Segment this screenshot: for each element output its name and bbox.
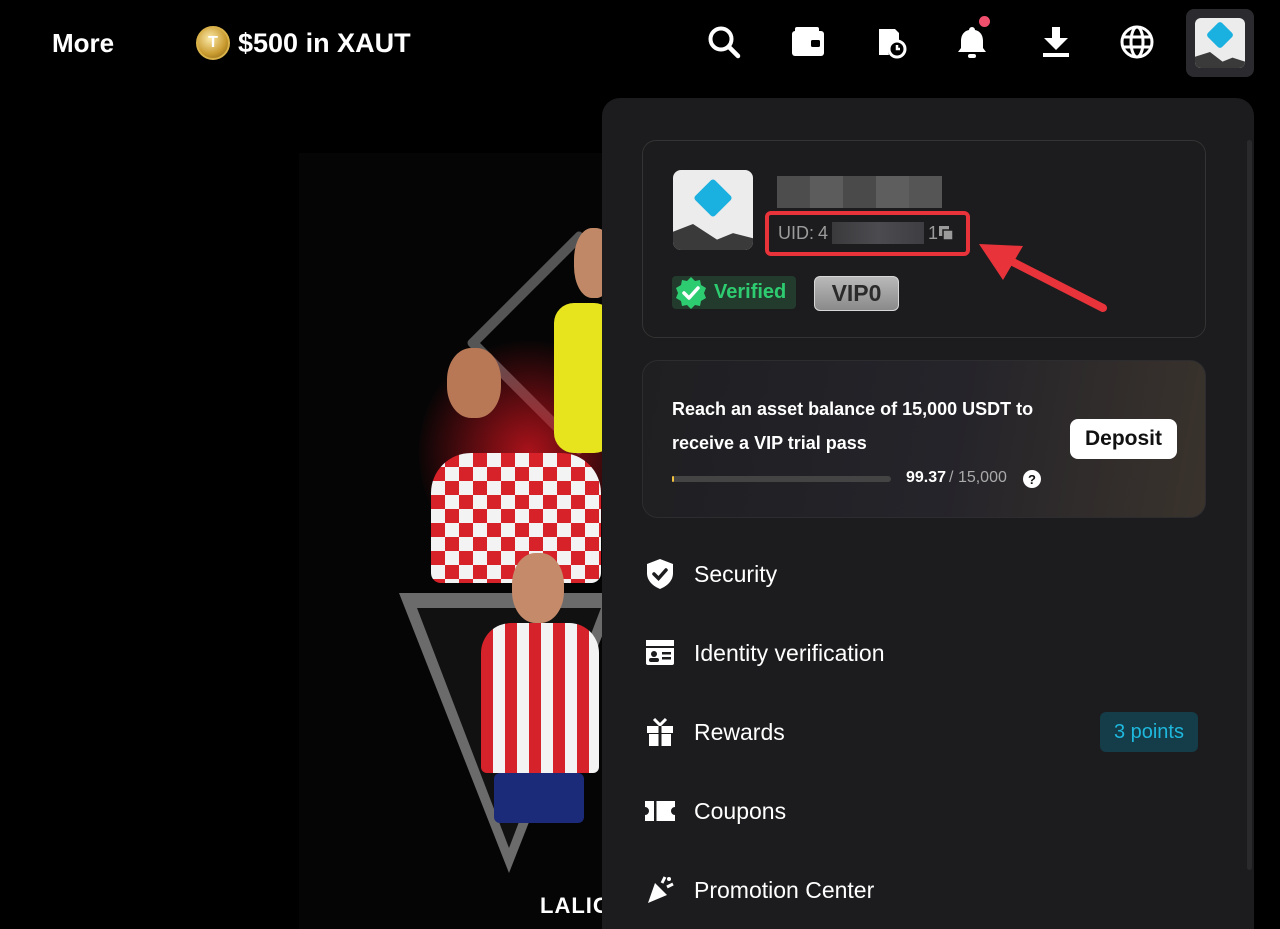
bell-icon: [958, 27, 986, 58]
menu-item-coupons[interactable]: Coupons: [642, 781, 1206, 841]
username-redacted: [777, 176, 942, 208]
notification-dot: [979, 16, 990, 27]
menu-item-promotion-center[interactable]: Promotion Center: [642, 860, 1206, 920]
player-shirt-striped: [481, 623, 599, 773]
uid-prefix: 4: [818, 222, 829, 243]
xaut-coin-icon: T: [196, 26, 230, 60]
menu-item-security[interactable]: Security: [642, 544, 1206, 604]
profile-avatar-icon[interactable]: [673, 170, 753, 250]
menu-item-rewards[interactable]: Rewards 3 points: [642, 702, 1206, 762]
search-button[interactable]: [704, 22, 744, 62]
language-button[interactable]: [1117, 22, 1157, 62]
menu-item-label: Security: [694, 560, 778, 587]
uid-suffix: 1: [928, 222, 939, 243]
more-menu-link[interactable]: More: [52, 28, 114, 59]
party-popper-icon: [642, 872, 678, 908]
shield-icon: [642, 556, 678, 592]
uid-row: UID: 4 1: [778, 222, 938, 244]
uid-redacted: [832, 222, 925, 244]
player-shorts: [494, 773, 584, 823]
balance-progress-fill: [672, 476, 674, 482]
banner-brand-text: LALIG: [540, 893, 602, 918]
player-head-3: [512, 553, 564, 623]
search-icon: [708, 26, 741, 59]
verified-check-icon: [676, 276, 706, 309]
vip-trial-message: Reach an asset balance of 15,000 USDT to…: [672, 399, 1034, 453]
vip-level-badge[interactable]: VIP0: [814, 276, 899, 311]
id-card-icon: [642, 635, 678, 671]
menu-item-label: Coupons: [694, 797, 787, 824]
player-head-1: [447, 348, 501, 418]
download-icon: [1043, 27, 1069, 57]
balance-current: 99.37: [906, 469, 947, 486]
menu-item-label: Identity verification: [694, 639, 885, 666]
wallet-button[interactable]: [788, 22, 828, 62]
reward-points-badge[interactable]: 3 points: [1099, 712, 1198, 752]
globe-icon: [1120, 25, 1154, 59]
copy-uid-button[interactable]: [938, 225, 954, 241]
deposit-button[interactable]: Deposit: [1070, 419, 1177, 459]
avatar-icon: [1195, 18, 1245, 68]
gift-icon: [642, 714, 678, 750]
promo-banner-link[interactable]: T $500 in XAUT: [196, 26, 411, 60]
download-button[interactable]: [1036, 22, 1076, 62]
balance-progress-bar: [672, 476, 891, 482]
copy-icon: [939, 226, 954, 241]
panel-scrollbar[interactable]: [1247, 140, 1252, 870]
history-icon: [879, 29, 907, 59]
verified-badge: Verified: [672, 276, 797, 309]
player-head-2: [574, 228, 602, 298]
menu-item-label: Promotion Center: [694, 876, 875, 903]
balance-target: / 15,000: [949, 469, 1007, 486]
laliga-promo-banner[interactable]: LALIG: [299, 153, 602, 929]
annotation-arrow-icon: [979, 244, 1107, 312]
notifications-button[interactable]: [952, 16, 992, 62]
menu-item-label: Rewards: [694, 718, 785, 745]
player-shirt-checkered: [431, 453, 601, 583]
top-navigation-bar: More T $500 in XAUT: [0, 0, 1280, 86]
promo-text: $500 in XAUT: [238, 27, 411, 58]
menu-item-identity-verification[interactable]: Identity verification: [642, 623, 1206, 683]
player-shirt-yellow: [554, 303, 602, 453]
profile-avatar-button[interactable]: [1186, 9, 1254, 77]
balance-progress-text: 99.37 / 15,000: [906, 469, 1007, 487]
uid-label: UID:: [778, 222, 814, 243]
ticket-icon: [642, 793, 678, 829]
wallet-icon: [792, 27, 824, 56]
help-icon[interactable]: ?: [1023, 470, 1041, 488]
orders-history-button[interactable]: [870, 22, 910, 62]
